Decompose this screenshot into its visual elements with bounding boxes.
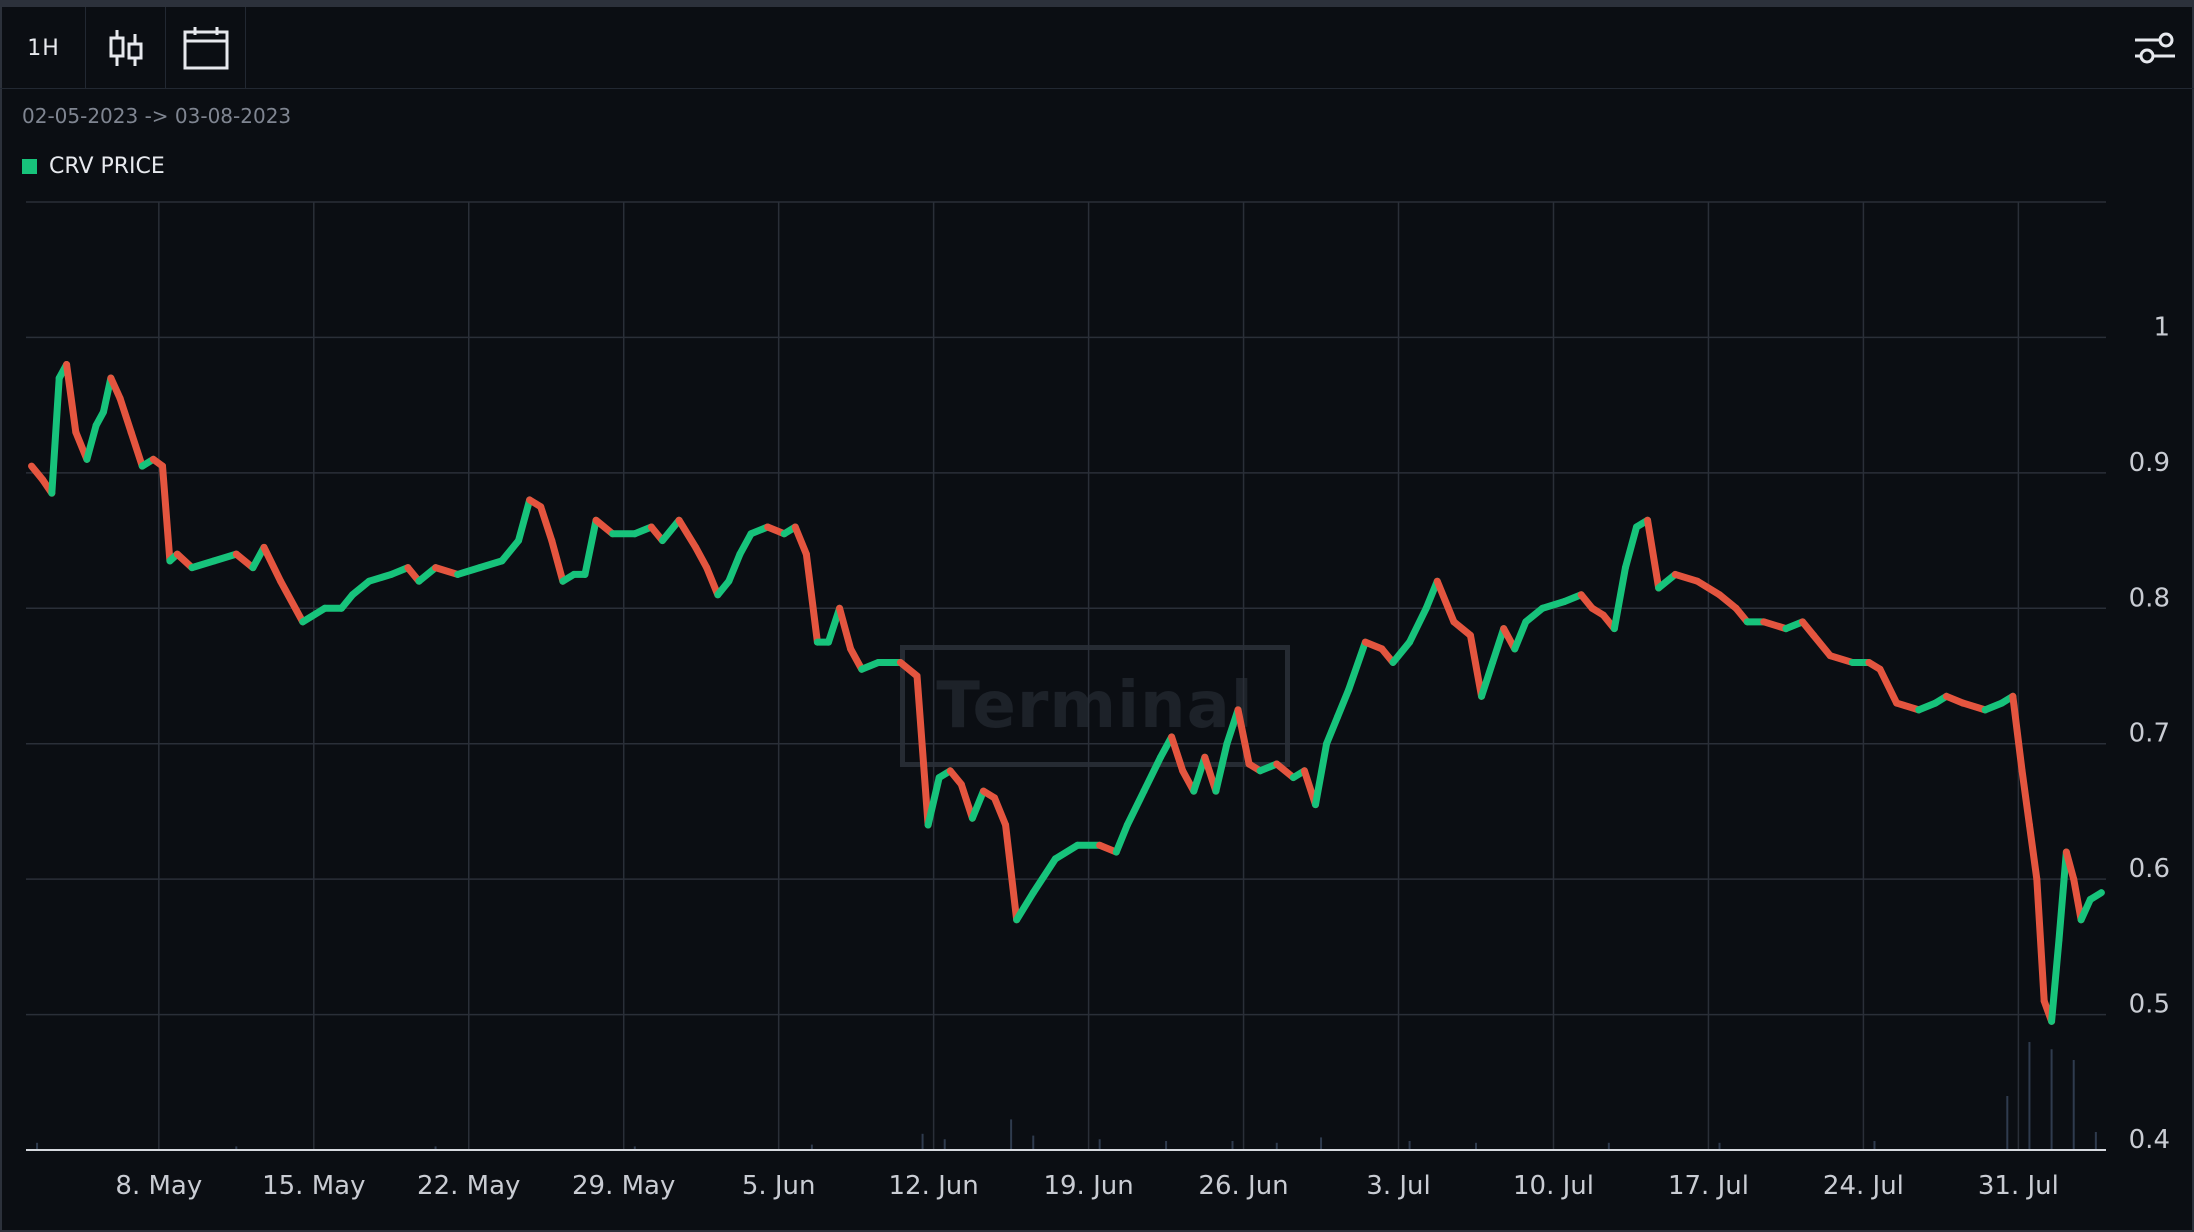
price-segment-down [1810, 631, 1834, 660]
price-segment-up [1013, 889, 1037, 924]
y-tick-label: 0.6 [2129, 854, 2170, 884]
price-segment-down [116, 394, 135, 436]
x-tick-label: 24. Jul [1823, 1171, 1904, 1201]
x-tick-label: 3. Jul [1366, 1171, 1430, 1201]
price-segment-up [1489, 625, 1508, 666]
price-segment-up [1389, 638, 1414, 666]
price-segment-down [2070, 875, 2085, 924]
price-segment-down [277, 577, 307, 626]
price-segment-up [725, 550, 744, 585]
axes: 0.4 0.5 0.6 0.7 0.8 0.9 1 8. May 15. May 22. May 2… [26, 312, 2170, 1201]
price-segment-down [2033, 875, 2048, 1005]
price-segment-up [1406, 604, 1430, 646]
price-segment-up [658, 516, 683, 545]
price-segment-up [515, 496, 534, 545]
price-segment-up [1621, 523, 1641, 572]
y-tick-label: 0.4 [2129, 1125, 2170, 1155]
x-tick-label: 31. Jul [1978, 1171, 2059, 1201]
x-tick-label: 22. May [417, 1171, 520, 1201]
x-tick-label: 15. May [262, 1171, 365, 1201]
price-segment-down [991, 794, 1010, 829]
price-segment-down [703, 564, 722, 599]
y-tick-label: 1 [2153, 312, 2170, 342]
price-segment-down [791, 523, 810, 558]
x-tick-label: 12. Jun [889, 1171, 979, 1201]
price-segment-up [1478, 658, 1497, 700]
price-segment-up [1051, 841, 1082, 863]
y-tick-label: 0.7 [2129, 719, 2170, 749]
price-segment-up [581, 516, 600, 578]
price-segment-down [1644, 516, 1663, 592]
price-segment-up [2048, 936, 2063, 1025]
y-tick-label: 0.8 [2129, 583, 2170, 613]
price-segment-down [675, 516, 700, 551]
price-segment-down [2009, 692, 2026, 775]
x-tick-label: 29. May [572, 1171, 675, 1201]
price-segment-up [1140, 753, 1165, 795]
volume-bars [36, 1042, 2097, 1150]
price-segment-up [1511, 618, 1530, 653]
price-segment-down [2025, 821, 2041, 883]
x-tick-label: 19. Jun [1043, 1171, 1133, 1201]
price-segment-down [1876, 665, 1901, 707]
price-segment-down [63, 361, 80, 436]
x-tick-label: 8. May [115, 1171, 202, 1201]
price-segment-up [1212, 740, 1231, 795]
price-segment-up [1123, 787, 1148, 829]
price-segment-up [968, 787, 987, 822]
x-tick-label: 10. Jul [1513, 1171, 1594, 1201]
price-segment-down [159, 462, 174, 565]
price-segment-down [2018, 767, 2033, 829]
price-segment-up [1312, 740, 1331, 809]
price-segment-down [1168, 733, 1187, 775]
y-tick-label: 0.5 [2129, 990, 2170, 1020]
price-segment-up [83, 421, 100, 463]
price-segment-down [1466, 631, 1486, 700]
grid-lines [26, 201, 2106, 1151]
price-segment-up [1112, 821, 1131, 856]
x-tick-label: 5. Jun [742, 1171, 816, 1201]
price-segment-down [537, 503, 556, 545]
y-tick-label: 0.9 [2129, 448, 2170, 478]
price-segment-up [2055, 848, 2070, 944]
price-segment-down [802, 550, 821, 646]
price-series [28, 361, 2105, 1025]
price-segment-down [913, 672, 932, 829]
price-segment-down [260, 543, 285, 585]
x-tick-label: 26. Jun [1198, 1171, 1288, 1201]
price-segment-up [498, 537, 523, 565]
price-segment-up [48, 374, 63, 497]
price-segment-up [1345, 638, 1369, 694]
price-segment-up [1323, 713, 1342, 748]
price-segment-down [127, 428, 146, 470]
price-segment-up [2086, 889, 2105, 903]
price-segment-down [548, 537, 567, 585]
price-segment-down [1433, 577, 1458, 626]
x-tick-label: 17. Jul [1668, 1171, 1749, 1201]
price-segment-up [1029, 855, 1059, 897]
price-segment-up [1610, 564, 1629, 633]
price-chart[interactable]: 0.4 0.5 0.6 0.7 0.8 0.9 1 8. May 15. May 22. May 2… [0, 0, 2194, 1232]
price-segment-down [836, 604, 855, 653]
price-segment-up [1334, 686, 1353, 721]
price-segment-down [1002, 821, 1021, 924]
